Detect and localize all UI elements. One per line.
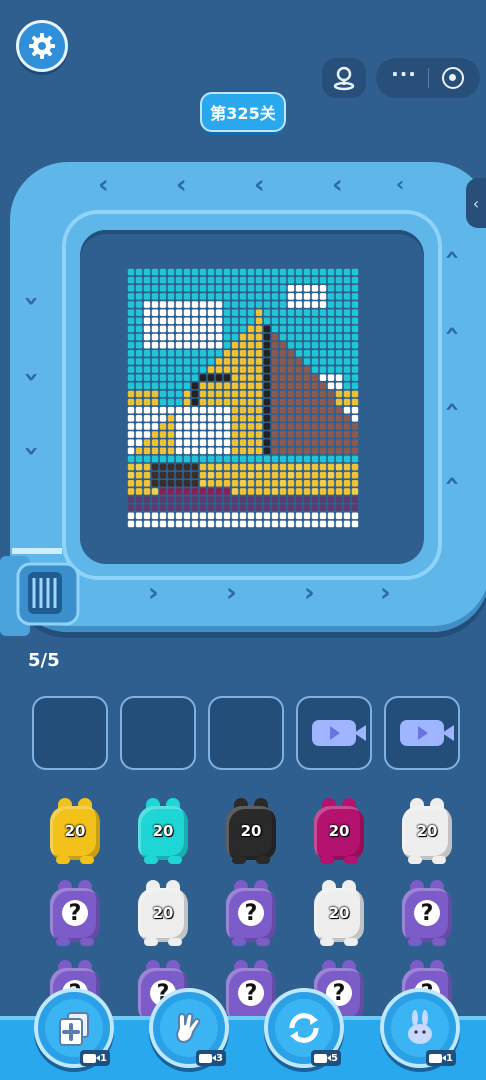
chevron-down-icon: › [16, 445, 47, 457]
video-camera-icon [83, 1053, 100, 1063]
chevron-up-icon: › [436, 325, 467, 337]
gear-icon [29, 33, 55, 59]
chevron-right-icon: › [304, 578, 315, 608]
progress-counter: 5/5 [28, 650, 60, 671]
card-plus-icon [59, 1012, 89, 1046]
close-miniprogram-button[interactable] [442, 67, 464, 89]
character-count: 20 [328, 822, 350, 840]
tool-count-badge: 1 [80, 1050, 110, 1066]
profile-button[interactable] [322, 58, 366, 98]
character-count: 20 [64, 822, 86, 840]
video-camera-icon [429, 1053, 446, 1063]
character-token[interactable]: 20 [136, 878, 190, 948]
video-camera-icon [312, 720, 366, 746]
holding-slot-empty[interactable] [208, 696, 284, 770]
character-count: 20 [152, 904, 174, 922]
chevron-left-icon: ‹ [396, 172, 405, 196]
chevron-left-icon: ‹ [254, 170, 265, 200]
chevron-left-icon: ‹ [176, 170, 187, 200]
capsule-divider [428, 68, 429, 88]
holding-slot-empty[interactable] [120, 696, 196, 770]
question-mark-icon: ? [238, 900, 264, 926]
character-token[interactable]: 20 [312, 878, 366, 948]
video-camera-icon [199, 1053, 216, 1063]
holding-slot-video-unlock[interactable] [384, 696, 460, 770]
chevron-up-icon: › [436, 401, 467, 413]
glove-hand-icon [175, 1012, 201, 1044]
chevron-down-icon: › [16, 371, 47, 383]
question-mark-icon: ? [62, 900, 88, 926]
miniprogram-capsule: ··· [376, 58, 480, 98]
character-count: 20 [240, 822, 262, 840]
character-count: 20 [328, 904, 350, 922]
chevron-up-icon: › [436, 475, 467, 487]
chevron-left-icon: ‹ [98, 170, 109, 200]
chevron-right-icon: › [226, 578, 237, 608]
question-mark-icon: ? [238, 980, 264, 1006]
tool-count-badge: 5 [311, 1050, 341, 1066]
chevron-right-icon: › [148, 578, 159, 608]
tool-count-badge: 3 [196, 1050, 226, 1066]
bunny-icon [408, 1010, 432, 1044]
character-token[interactable]: 20 [48, 796, 102, 866]
more-menu-button[interactable]: ··· [386, 62, 422, 86]
side-panel-tab[interactable]: ‹ [466, 178, 486, 228]
mystery-character[interactable]: ? [224, 878, 278, 948]
video-camera-icon [400, 720, 454, 746]
character-count: 20 [416, 822, 438, 840]
person-pin-icon [333, 66, 355, 91]
chevron-down-icon: › [16, 295, 47, 307]
level-badge: 第325关 [200, 92, 286, 132]
holding-slot-video-unlock[interactable] [296, 696, 372, 770]
chevron-left-icon: ‹ [472, 193, 480, 213]
question-mark-icon: ? [414, 900, 440, 926]
holding-slot-empty[interactable] [32, 696, 108, 770]
character-token[interactable]: 20 [224, 796, 278, 866]
character-token[interactable]: 20 [136, 796, 190, 866]
character-token[interactable]: 20 [312, 796, 366, 866]
refresh-icon [289, 1013, 319, 1043]
character-token[interactable]: 20 [400, 796, 454, 866]
settings-gear-button[interactable] [16, 20, 68, 72]
mystery-character[interactable]: ? [400, 878, 454, 948]
chevron-up-icon: › [436, 249, 467, 261]
mystery-character[interactable]: ? [48, 878, 102, 948]
video-camera-icon [314, 1053, 331, 1063]
tool-count-badge: 1 [426, 1050, 456, 1066]
pixel-art-image [127, 268, 359, 528]
chevron-left-icon: ‹ [332, 170, 343, 200]
chevron-right-icon: › [380, 578, 391, 608]
character-count: 20 [152, 822, 174, 840]
launcher-machine [0, 508, 80, 638]
